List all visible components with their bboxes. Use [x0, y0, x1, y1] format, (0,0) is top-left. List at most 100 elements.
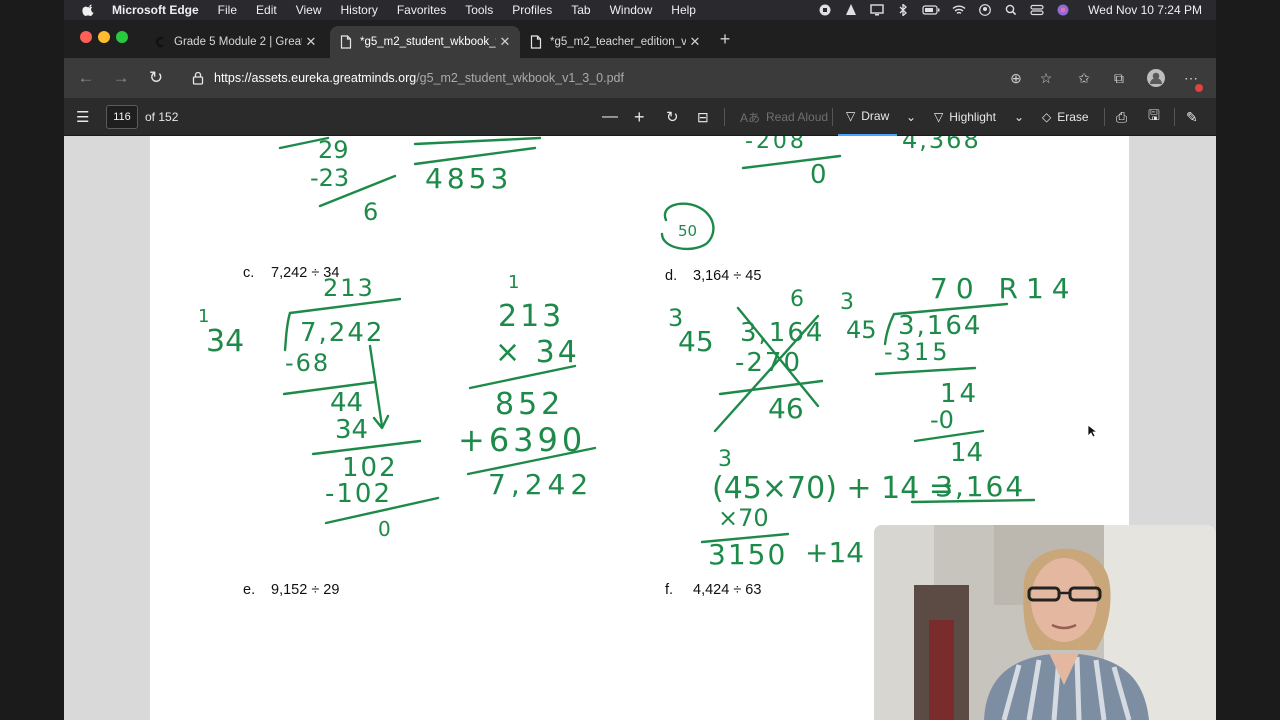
contents-list-icon[interactable]: ☰ [76, 98, 89, 136]
ink-4853: 4853 [425, 162, 512, 195]
new-tab-plus-icon[interactable]: + [716, 30, 734, 48]
ink-minus-208: -208 [745, 136, 807, 154]
page-number-input[interactable] [106, 105, 138, 129]
bluetooth-icon[interactable] [896, 4, 910, 16]
control-center-icon[interactable] [1030, 4, 1044, 16]
tab-teacher-edition[interactable]: *g5_m2_teacher_edition_v1_3_0.pdf ✕ [520, 26, 710, 58]
erase-button[interactable]: ◇ Erase [1042, 98, 1089, 136]
ink-34: 34 [335, 415, 368, 445]
menu-window[interactable]: Window [610, 3, 653, 17]
collections-icon[interactable]: ⧉ [1110, 69, 1128, 87]
zoom-window-button[interactable] [116, 31, 128, 43]
address-field[interactable]: https://assets.eureka.greatminds.org/g5_… [182, 64, 1002, 92]
fit-page-icon[interactable]: ⊟ [697, 98, 709, 136]
ink-213: 213 [498, 299, 564, 334]
zoom-out-icon[interactable]: — [602, 98, 618, 136]
ink-4368: 4,368 [902, 136, 981, 154]
ink-minus-0: -0 [930, 406, 954, 434]
forward-arrow-icon[interactable]: → [111, 68, 131, 88]
refresh-icon[interactable]: ↻ [146, 68, 166, 88]
highlight-options-chevron-icon[interactable]: ⌄ [1014, 98, 1024, 136]
favorite-star-icon[interactable]: ☆ [1037, 69, 1055, 87]
close-window-button[interactable] [80, 31, 92, 43]
ink-problem-c-division: 213 1 34 7,242 -68 44 34 102 -102 0 [198, 274, 440, 541]
ink-3: 3 [840, 290, 854, 315]
ink-3164-result: 3,164 [935, 470, 1025, 503]
user-icon[interactable] [978, 4, 992, 16]
menu-history[interactable]: History [341, 3, 378, 17]
highlight-button[interactable]: ▽ Highlight [934, 98, 996, 136]
draw-options-chevron-icon[interactable]: ⌄ [906, 98, 916, 136]
record-icon[interactable] [818, 4, 832, 16]
siri-icon[interactable] [1056, 4, 1070, 16]
ink-852: 852 [495, 387, 564, 422]
draw-label: Draw [861, 109, 890, 123]
tab-great-minds[interactable]: Grade 5 Module 2 | Great Minds ✕ [144, 26, 326, 58]
close-tab-icon[interactable]: ✕ [686, 34, 704, 50]
presenter-video-image [874, 525, 1216, 720]
ink-stroke [413, 136, 542, 146]
ink-7242-result: 7,242 [488, 468, 593, 501]
ink-44: 44 [330, 388, 363, 418]
ink-minus-315: -315 [884, 338, 950, 366]
print-icon[interactable]: ⎙ [1116, 98, 1127, 136]
search-icon[interactable] [1004, 4, 1018, 16]
menu-file[interactable]: File [218, 3, 237, 17]
menu-profiles[interactable]: Profiles [512, 3, 552, 17]
close-tab-icon[interactable]: ✕ [302, 34, 320, 50]
ink-divisor-34: 34 [206, 324, 244, 359]
menu-app-name[interactable]: Microsoft Edge [112, 3, 199, 17]
menu-edit[interactable]: Edit [256, 3, 277, 17]
menubar-clock[interactable]: Wed Nov 10 7:24 PM [1088, 3, 1202, 17]
ink-6: 6 [363, 198, 378, 226]
tab-strip: Grade 5 Module 2 | Great Minds ✕ *g5_m2_… [64, 20, 1216, 58]
eraser-icon: ◇ [1042, 110, 1052, 124]
pin-toolbar-icon[interactable]: ✎ [1186, 98, 1198, 136]
ink-minus-102: -102 [325, 479, 392, 509]
ink-top-right: -208 0 4,368 50 [660, 136, 981, 251]
toolbar-divider [1174, 108, 1175, 126]
wifi-icon[interactable] [952, 4, 966, 16]
ink-stroke [283, 311, 292, 352]
menu-tab[interactable]: Tab [571, 3, 590, 17]
ink-top-left: 29 -23 6 4853 [278, 136, 542, 226]
webcam-overlay[interactable] [874, 525, 1216, 720]
zoom-in-icon[interactable]: + [634, 98, 645, 136]
ink-problem-d-division: 70 R14 45 3,164 -315 14 -0 14 [846, 272, 1078, 468]
ink-50: 50 [678, 222, 697, 240]
ink-29: 29 [318, 136, 349, 164]
menu-favorites[interactable]: Favorites [397, 3, 446, 17]
ink-arrow [368, 344, 384, 428]
ink-6: 6 [790, 287, 804, 312]
ink-46: 46 [768, 392, 804, 425]
save-icon[interactable]: 🖫 [1148, 98, 1160, 136]
screen-icon[interactable] [870, 4, 884, 16]
menu-tools[interactable]: Tools [465, 3, 493, 17]
read-aloud-button[interactable]: Aあ Read Aloud [740, 98, 828, 136]
draw-button[interactable]: ▽ Draw [838, 98, 898, 136]
tab-student-workbook[interactable]: *g5_m2_student_wkbook_v1_3_0.pdf ✕ [330, 26, 520, 58]
macos-menu-bar: Microsoft Edge File Edit View History Fa… [64, 0, 1216, 20]
profile-avatar-icon[interactable] [1146, 68, 1166, 88]
close-tab-icon[interactable]: ✕ [496, 34, 514, 50]
ink-70-r14: 70 R14 [930, 272, 1078, 305]
toolbar-divider [1104, 108, 1105, 126]
ink-minus-23: -23 [310, 164, 349, 192]
ink-times-70: ×70 [718, 504, 769, 532]
zoom-magnifier-icon[interactable]: ⊕ [1007, 69, 1025, 87]
back-arrow-icon[interactable]: ← [76, 68, 96, 88]
pdf-document-icon [340, 35, 352, 49]
ink-0: 0 [810, 160, 827, 190]
vlc-icon[interactable] [844, 4, 858, 16]
url-text[interactable]: https://assets.eureka.greatminds.org/g5_… [214, 71, 624, 85]
apple-icon[interactable] [82, 3, 96, 17]
ink-remainder-14: 14 [950, 438, 983, 468]
rotate-icon[interactable]: ↻ [666, 98, 679, 136]
read-aloud-icon: Aあ [740, 110, 761, 125]
menu-view[interactable]: View [296, 3, 322, 17]
menu-help[interactable]: Help [671, 3, 696, 17]
favorites-list-icon[interactable]: ✩ [1075, 69, 1093, 87]
battery-icon[interactable] [922, 4, 940, 16]
lock-icon[interactable] [192, 71, 204, 85]
minimize-window-button[interactable] [98, 31, 110, 43]
